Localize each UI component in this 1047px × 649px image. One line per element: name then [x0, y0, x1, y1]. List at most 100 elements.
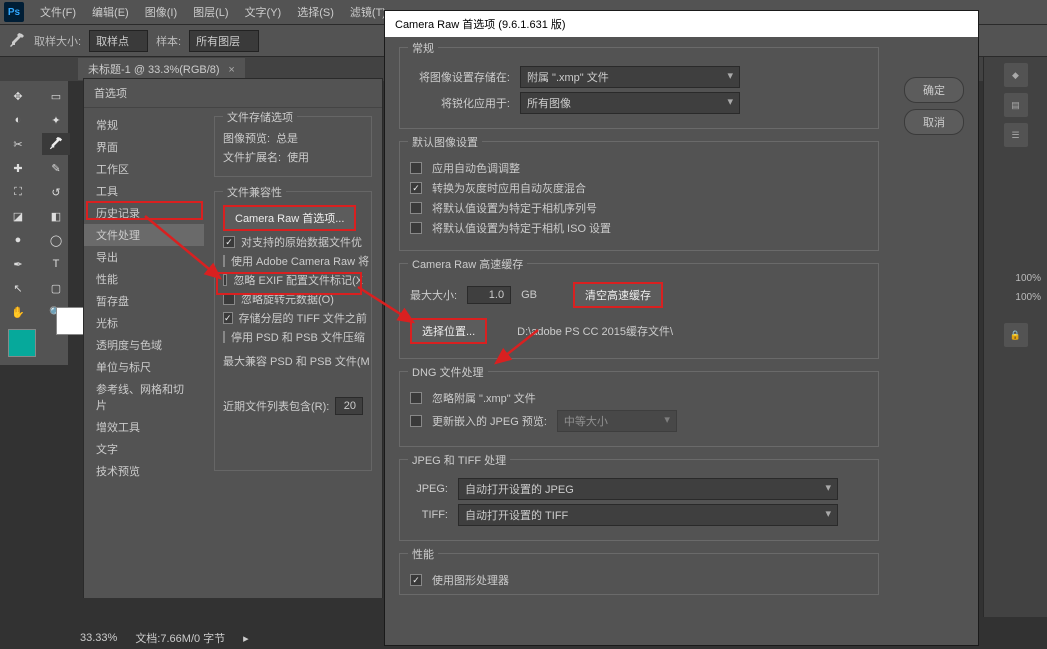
menu-type[interactable]: 文字(Y) — [237, 4, 290, 20]
zoom-level[interactable]: 33.33% — [80, 632, 117, 644]
cache-location-path: D:\adobe PS CC 2015缓存文件\ — [517, 323, 673, 339]
camera-raw-prefs-button[interactable]: Camera Raw 首选项... — [223, 205, 356, 231]
lasso-tool-icon[interactable]: ◐ — [4, 109, 32, 131]
checkbox-icon[interactable] — [223, 331, 225, 343]
panel-icon[interactable]: ▤ — [1004, 93, 1028, 117]
jpeg-select[interactable]: 自动打开设置的 JPEG — [458, 478, 838, 500]
clear-cache-button[interactable]: 清空高速缓存 — [573, 282, 663, 308]
pref-cat-tech[interactable]: 技术预览 — [84, 460, 204, 482]
save-settings-select[interactable]: 附属 ".xmp" 文件 — [520, 66, 740, 88]
pref-cat-scratch[interactable]: 暂存盘 — [84, 290, 204, 312]
checkbox-icon[interactable] — [410, 222, 422, 234]
cr-defaults-group: 默认图像设置 应用自动色调调整 转换为灰度时应用自动灰度混合 将默认值设置为特定… — [399, 141, 879, 251]
cache-unit: GB — [521, 289, 537, 301]
jpeg-label: JPEG: — [410, 483, 448, 495]
close-tab-icon[interactable]: × — [228, 64, 234, 76]
checkbox-icon[interactable] — [410, 162, 422, 174]
type-tool-icon[interactable]: T — [42, 253, 70, 275]
wand-tool-icon[interactable]: ✦ — [42, 109, 70, 131]
dodge-tool-icon[interactable]: ◯ — [42, 229, 70, 251]
right-panels: ◆ ▤ ☰ 100% 100% 🔒 — [983, 57, 1047, 617]
file-storage-group: 文件存储选项 图像预览:总是 文件扩展名:使用 — [214, 116, 372, 177]
crop-tool-icon[interactable]: ✂ — [4, 133, 32, 155]
foreground-swatch[interactable] — [8, 329, 36, 357]
compat-row-3: 忽略旋转元数据(O) — [241, 291, 334, 307]
default-row-0: 应用自动色调调整 — [432, 160, 520, 176]
checkbox-icon[interactable] — [410, 392, 422, 404]
preferences-categories: 常规 界面 工作区 工具 历史记录 文件处理 导出 性能 暂存盘 光标 透明度与… — [84, 108, 204, 598]
panel-icon[interactable]: ☰ — [1004, 123, 1028, 147]
path-tool-icon[interactable]: ↖ — [4, 277, 32, 299]
checkbox-icon[interactable] — [410, 182, 422, 194]
marquee-tool-icon[interactable]: ▭ — [42, 85, 70, 107]
pref-cat-units[interactable]: 单位与标尺 — [84, 356, 204, 378]
menu-layer[interactable]: 图层(L) — [185, 4, 236, 20]
doc-size: 文档:7.66M/0 字节 — [135, 630, 225, 646]
brush-tool-icon[interactable]: ✎ — [42, 157, 70, 179]
sample-size-select[interactable]: 取样点 — [89, 30, 148, 52]
history-brush-icon[interactable]: ↺ — [42, 181, 70, 203]
checkbox-icon[interactable] — [223, 293, 235, 305]
pref-cat-transparency[interactable]: 透明度与色域 — [84, 334, 204, 356]
panel-icon[interactable]: ◆ — [1004, 63, 1028, 87]
file-ext-value[interactable]: 使用 — [287, 149, 309, 165]
sharpen-label: 将锐化应用于: — [410, 95, 510, 111]
cache-max-input[interactable]: 1.0 — [467, 286, 511, 304]
hand-tool-icon[interactable]: ✋ — [4, 301, 32, 323]
pref-cat-cursors[interactable]: 光标 — [84, 312, 204, 334]
checkbox-icon[interactable] — [223, 312, 233, 324]
checkbox-icon[interactable] — [223, 255, 225, 267]
sample-size-label: 取样大小: — [34, 33, 81, 49]
pref-cat-file-handling[interactable]: 文件处理 — [84, 224, 204, 246]
default-row-1: 转换为灰度时应用自动灰度混合 — [432, 180, 586, 196]
checkbox-icon[interactable] — [410, 202, 422, 214]
dng-update-select[interactable]: 中等大小 — [557, 410, 677, 432]
checkbox-icon[interactable] — [223, 236, 235, 248]
eraser-tool-icon[interactable]: ◪ — [4, 205, 32, 227]
pref-cat-history[interactable]: 历史记录 — [84, 202, 204, 224]
menu-file[interactable]: 文件(F) — [32, 4, 84, 20]
pref-cat-performance[interactable]: 性能 — [84, 268, 204, 290]
cancel-button[interactable]: 取消 — [904, 109, 964, 135]
pref-cat-tools[interactable]: 工具 — [84, 180, 204, 202]
tiff-select[interactable]: 自动打开设置的 TIFF — [458, 504, 838, 526]
gpu-label: 使用图形处理器 — [432, 572, 509, 588]
pen-tool-icon[interactable]: ✒ — [4, 253, 32, 275]
panel-pct-2: 100% — [984, 292, 1047, 303]
ok-button[interactable]: 确定 — [904, 77, 964, 103]
pref-cat-workspace[interactable]: 工作区 — [84, 158, 204, 180]
status-chevron-icon[interactable]: ▸ — [243, 632, 249, 645]
background-swatch[interactable] — [56, 307, 84, 335]
sharpen-select[interactable]: 所有图像 — [520, 92, 740, 114]
lock-icon[interactable]: 🔒 — [1004, 323, 1028, 347]
blur-tool-icon[interactable]: ● — [4, 229, 32, 251]
pref-cat-type[interactable]: 文字 — [84, 438, 204, 460]
pref-cat-export[interactable]: 导出 — [84, 246, 204, 268]
max-compat-label: 最大兼容 PSD 和 PSB 文件(M — [223, 353, 370, 369]
image-preview-value[interactable]: 总是 — [276, 130, 298, 146]
menu-edit[interactable]: 编辑(E) — [84, 4, 137, 20]
move-tool-icon[interactable]: ✥ — [4, 85, 32, 107]
sample-select[interactable]: 所有图层 — [189, 30, 259, 52]
compat-row-4: 存储分层的 TIFF 文件之前 — [239, 310, 367, 326]
default-row-3: 将默认值设置为特定于相机 ISO 设置 — [432, 220, 611, 236]
heal-tool-icon[interactable]: ✚ — [4, 157, 32, 179]
checkbox-icon[interactable] — [223, 274, 227, 286]
recent-files-value[interactable]: 20 — [335, 397, 363, 415]
pref-cat-general[interactable]: 常规 — [84, 114, 204, 136]
compat-row-5: 停用 PSD 和 PSB 文件压缩 — [231, 329, 365, 345]
pref-cat-plugins[interactable]: 增效工具 — [84, 416, 204, 438]
eyedropper-tool-icon[interactable] — [42, 133, 70, 155]
stamp-tool-icon[interactable]: ⛶ — [4, 181, 32, 203]
choose-location-button[interactable]: 选择位置... — [410, 318, 487, 344]
menu-image[interactable]: 图像(I) — [137, 4, 185, 20]
checkbox-icon[interactable] — [410, 574, 422, 586]
cr-general-label: 常规 — [408, 40, 438, 56]
shape-tool-icon[interactable]: ▢ — [42, 277, 70, 299]
checkbox-icon[interactable] — [410, 415, 422, 427]
menu-select[interactable]: 选择(S) — [289, 4, 342, 20]
gradient-tool-icon[interactable]: ◧ — [42, 205, 70, 227]
document-tab[interactable]: 未标题-1 @ 33.3%(RGB/8) × — [78, 58, 245, 80]
pref-cat-interface[interactable]: 界面 — [84, 136, 204, 158]
pref-cat-guides[interactable]: 参考线、网格和切片 — [84, 378, 204, 416]
